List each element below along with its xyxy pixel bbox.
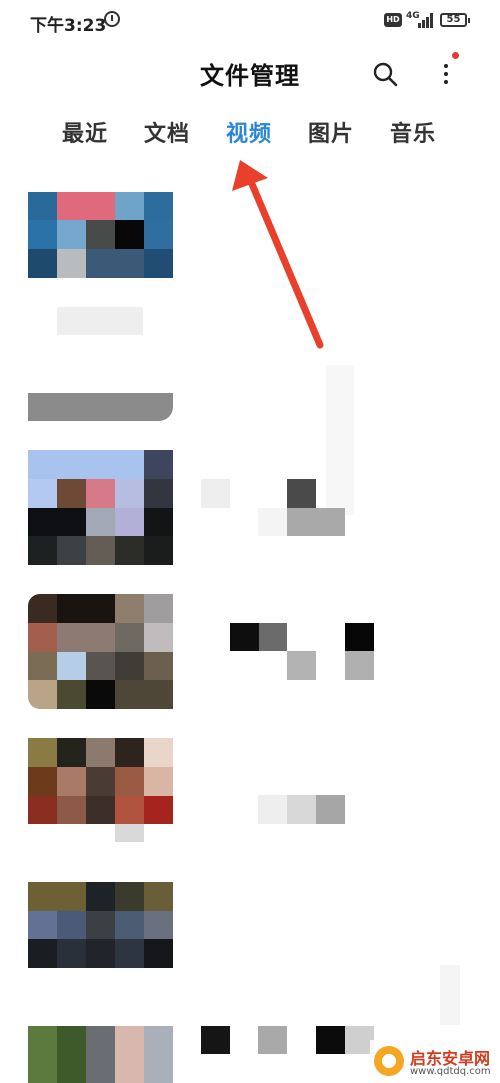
video-info-placeholder — [258, 1026, 287, 1054]
tab-documents[interactable]: 文档 — [144, 116, 190, 148]
video-info-placeholder — [316, 795, 345, 824]
notification-dot — [452, 52, 459, 59]
video-thumbnail[interactable] — [28, 1026, 173, 1083]
video-info-placeholder — [287, 508, 345, 536]
video-info-placeholder — [287, 479, 316, 508]
page-title: 文件管理 — [200, 62, 300, 90]
video-thumbnail[interactable] — [28, 738, 173, 853]
search-icon[interactable] — [372, 61, 398, 87]
status-time: 下午3:23 — [30, 16, 107, 36]
tab-videos[interactable]: 视频 — [226, 116, 272, 148]
video-info-placeholder — [258, 508, 287, 536]
video-thumbnail[interactable] — [28, 882, 173, 968]
divider — [326, 365, 354, 515]
video-info-placeholder — [345, 651, 374, 680]
hd-indicator: HD — [384, 13, 402, 27]
signal-icon — [418, 12, 436, 28]
video-info-placeholder — [258, 795, 287, 824]
tab-music[interactable]: 音乐 — [390, 116, 436, 148]
tab-images[interactable]: 图片 — [308, 116, 354, 148]
video-thumbnail[interactable] — [28, 192, 173, 278]
status-bar: 下午3:23 HD 4G 55 — [0, 0, 500, 44]
video-thumbnail[interactable] — [28, 393, 173, 421]
watermark-logo-icon — [374, 1046, 404, 1076]
video-title-placeholder — [57, 307, 143, 335]
video-info-placeholder — [345, 623, 374, 651]
divider — [440, 965, 460, 1025]
video-info-placeholder — [259, 623, 287, 651]
video-thumbnail[interactable] — [28, 594, 173, 709]
video-info-placeholder — [287, 651, 316, 680]
video-info-placeholder — [201, 1026, 230, 1054]
battery-icon: 55 — [440, 13, 470, 27]
video-info-placeholder — [230, 623, 259, 651]
alarm-clock-icon — [104, 11, 120, 27]
video-info-placeholder — [201, 479, 230, 508]
video-info-placeholder — [316, 1026, 345, 1054]
video-info-placeholder — [287, 795, 316, 824]
watermark-url: www.qdtdq.com — [410, 1066, 491, 1077]
more-vertical-icon[interactable] — [436, 52, 459, 88]
tab-recent[interactable]: 最近 — [62, 116, 108, 148]
video-thumbnail[interactable] — [28, 450, 173, 565]
watermark: 启东安卓网 www.qdtdq.com — [370, 1040, 500, 1083]
